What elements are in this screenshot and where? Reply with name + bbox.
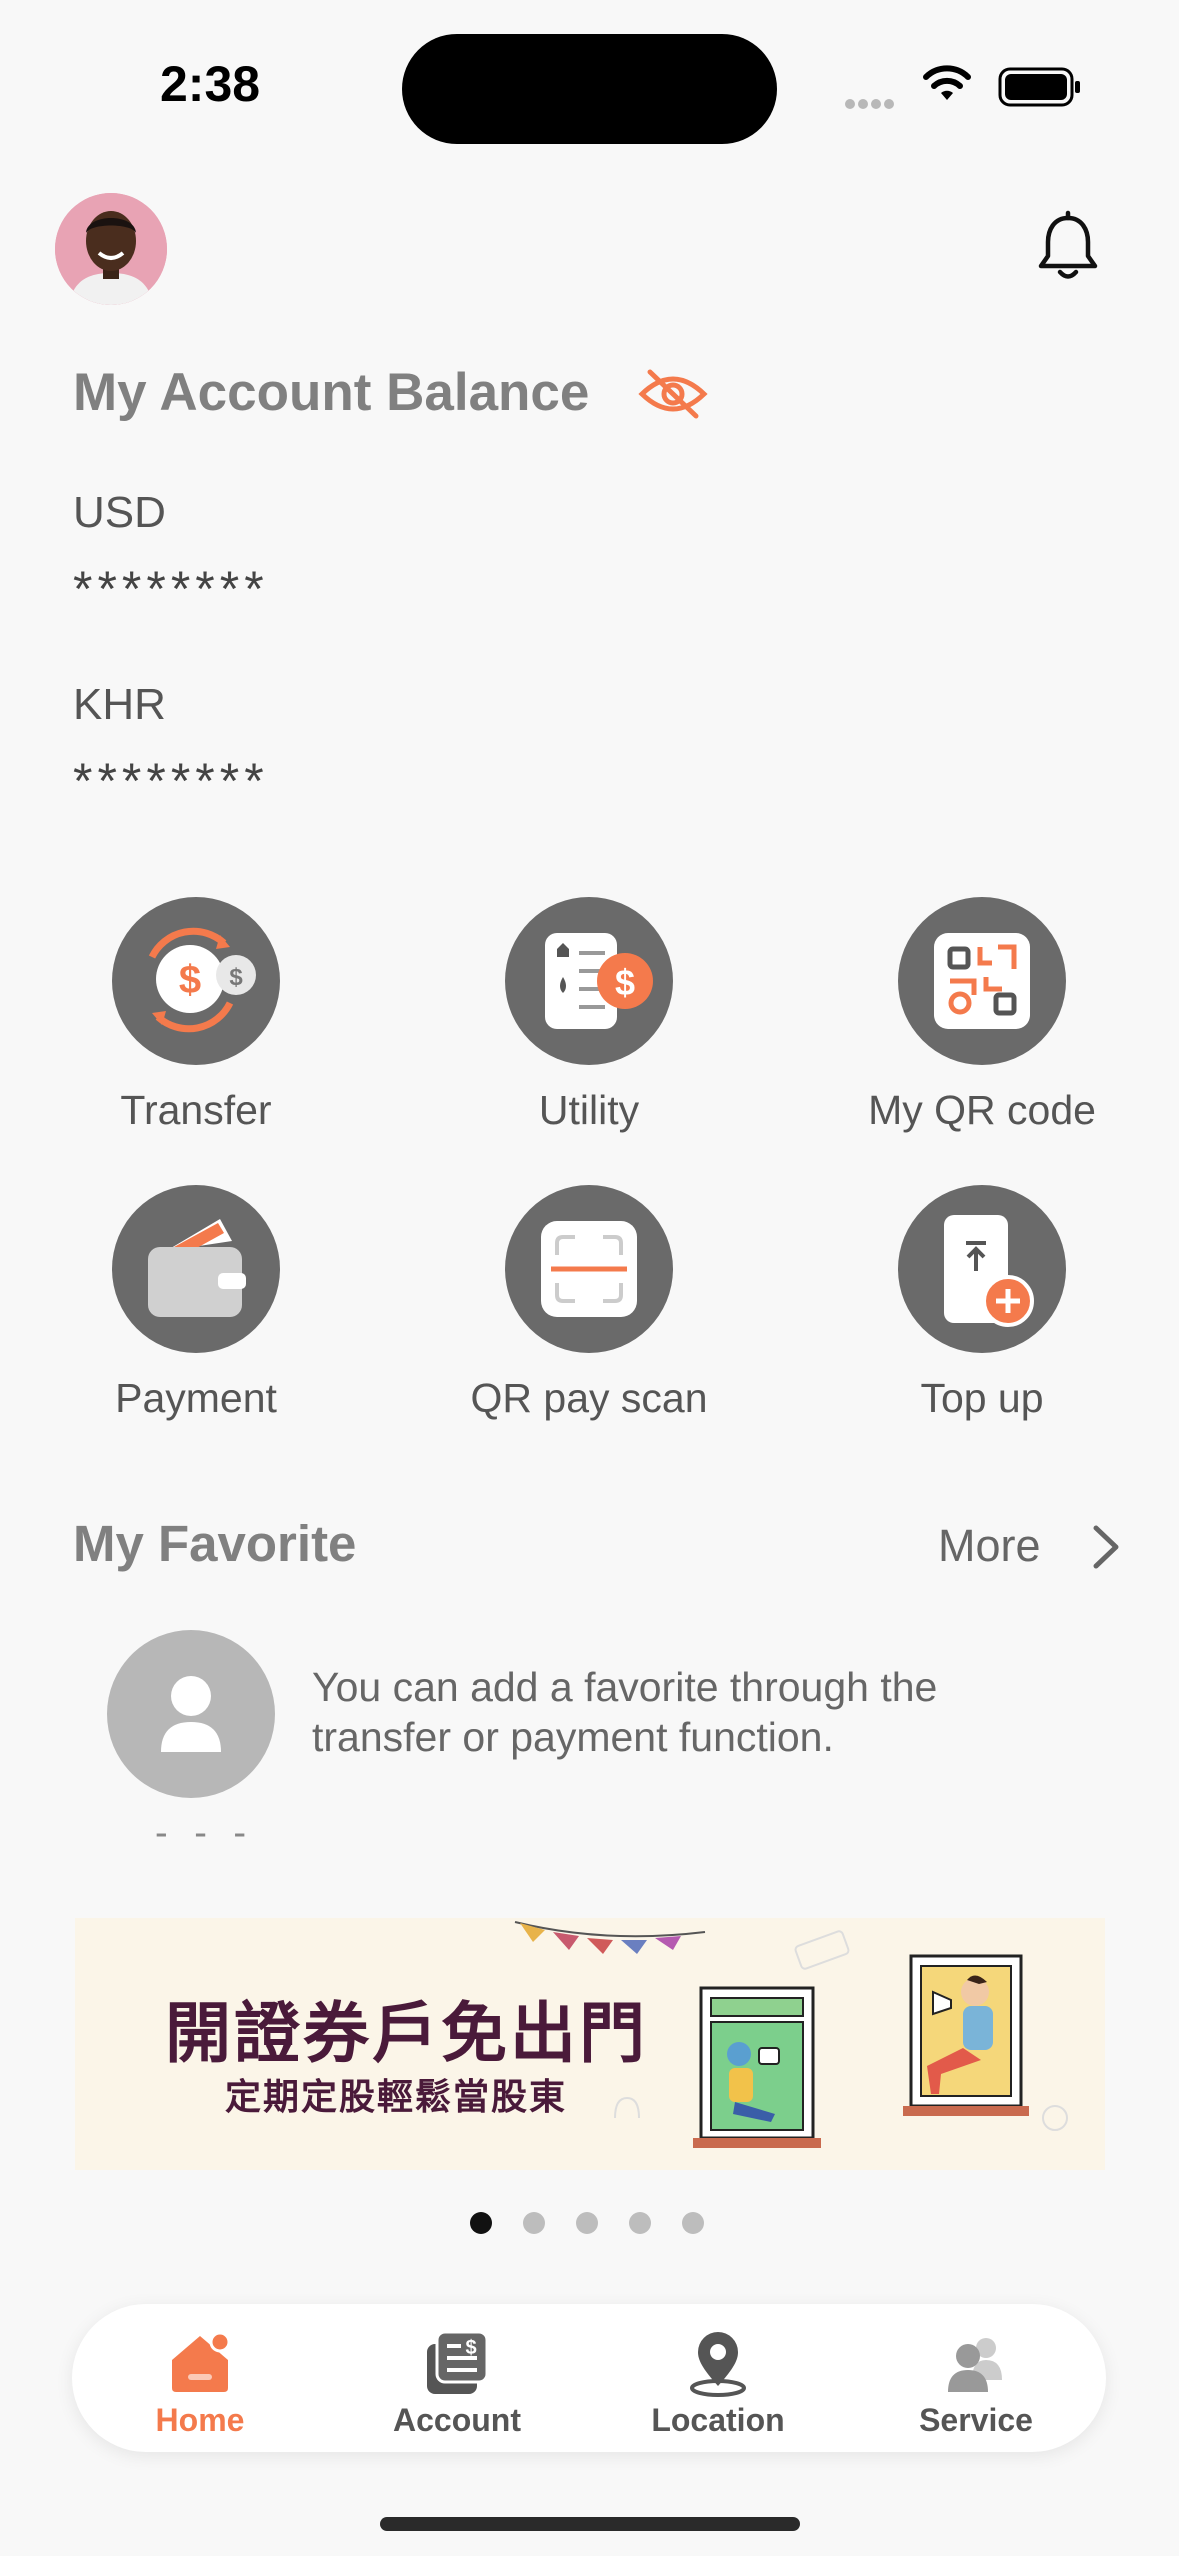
my-qr-code-button[interactable]: My QR code <box>812 897 1152 1134</box>
chevron-right-icon[interactable] <box>1086 1522 1126 1572</box>
user-avatar[interactable] <box>55 193 167 305</box>
favorite-placeholder-name: - - - <box>155 1812 255 1854</box>
tab-account[interactable]: $ Account <box>357 2304 557 2452</box>
wifi-icon <box>923 65 971 100</box>
cellular-signal-icon <box>845 96 905 109</box>
tab-service-label: Service <box>919 2402 1033 2438</box>
svg-text:$: $ <box>465 2337 476 2359</box>
battery-icon <box>998 67 1080 107</box>
usd-balance-value: ******** <box>73 561 269 617</box>
transfer-label: Transfer <box>120 1087 272 1133</box>
balance-title: My Account Balance <box>73 363 590 422</box>
tab-service[interactable]: Service <box>876 2304 1076 2452</box>
service-icon <box>948 2338 1002 2392</box>
bottom-tab-bar: Home $ Account Location Service <box>72 2304 1106 2452</box>
tab-account-label: Account <box>393 2402 521 2438</box>
khr-currency-label: KHR <box>73 680 166 729</box>
favorite-section-title: My Favorite <box>73 1515 357 1572</box>
home-indicator <box>380 2517 800 2531</box>
favorite-placeholder-avatar <box>107 1630 275 1798</box>
pagination-dot[interactable] <box>576 2212 598 2234</box>
person-icon <box>161 1676 221 1752</box>
wallet-icon <box>148 1219 246 1317</box>
status-time: 2:38 <box>160 56 261 112</box>
pagination-dot[interactable] <box>629 2212 651 2234</box>
qr-pay-scan-label: QR pay scan <box>470 1375 708 1421</box>
tab-location-label: Location <box>651 2402 785 2438</box>
promo-banner[interactable]: 開證券戶免出門 定期定股輕鬆當股東 <box>75 1918 1105 2170</box>
utility-button[interactable]: $ Utility <box>419 897 759 1134</box>
transfer-button[interactable]: $ $ Transfer <box>26 897 366 1134</box>
tab-home[interactable]: Home <box>100 2304 300 2452</box>
banner-pagination[interactable] <box>470 2212 730 2234</box>
notification-bell-icon[interactable] <box>1030 210 1106 286</box>
location-pin-icon <box>690 2332 746 2397</box>
pagination-dot[interactable] <box>470 2212 492 2234</box>
scan-icon <box>541 1221 637 1317</box>
khr-balance-value: ******** <box>73 753 269 809</box>
payment-button[interactable]: Payment <box>26 1185 366 1422</box>
my-qr-code-label: My QR code <box>868 1087 1096 1133</box>
favorite-empty-message: You can add a favorite through the trans… <box>312 1664 938 1760</box>
favorite-more-link[interactable]: More <box>938 1520 1041 1572</box>
banner-headline: 開證券戶免出門 <box>165 1996 648 2070</box>
tab-home-label: Home <box>155 2402 245 2438</box>
tab-location[interactable]: Location <box>618 2304 818 2452</box>
dynamic-island <box>402 34 777 144</box>
qr-code-icon <box>934 933 1030 1029</box>
account-icon: $ <box>427 2330 489 2394</box>
utility-icon: $ <box>545 933 653 1029</box>
top-up-label: Top up <box>920 1375 1044 1421</box>
hide-balance-eye-icon[interactable] <box>638 366 708 422</box>
payment-label: Payment <box>115 1375 277 1421</box>
top-up-button[interactable]: Top up <box>812 1185 1152 1422</box>
banner-subline: 定期定股輕鬆當股東 <box>225 2076 568 2117</box>
pagination-dot[interactable] <box>523 2212 545 2234</box>
usd-currency-label: USD <box>73 488 166 537</box>
qr-pay-scan-button[interactable]: QR pay scan <box>419 1185 759 1422</box>
pagination-dot[interactable] <box>682 2212 704 2234</box>
utility-label: Utility <box>538 1087 640 1133</box>
top-up-icon <box>944 1215 1034 1327</box>
svg-text:$: $ <box>229 964 243 991</box>
transfer-icon: $ $ <box>148 927 256 1033</box>
home-icon <box>172 2331 231 2392</box>
svg-text:$: $ <box>615 962 635 1003</box>
svg-text:$: $ <box>179 958 201 1002</box>
